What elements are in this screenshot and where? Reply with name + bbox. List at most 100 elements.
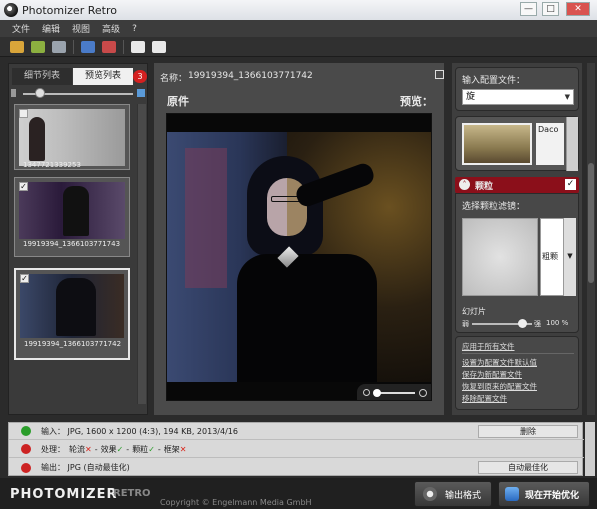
menu-edit[interactable]: 编辑 <box>42 22 60 35</box>
input-config-box: 输入配置文件： 旋 ▼ <box>455 67 579 111</box>
thumbnail-caption: 19919394_1366103771743 <box>23 240 121 248</box>
grain-header[interactable]: ˄ 颗粒 ✓ <box>455 177 579 193</box>
save-new-config-link[interactable]: 保存为新配置文件 <box>462 369 522 380</box>
grain-filter-preview[interactable] <box>462 218 538 296</box>
zoom-control <box>357 384 431 400</box>
thumbnail-item-selected[interactable]: ✓ 19919394_1366103771742 <box>14 268 130 360</box>
close-button[interactable]: ✕ <box>566 2 590 16</box>
process-label: 处理： <box>41 444 65 454</box>
effect-scrollbar[interactable] <box>566 117 578 171</box>
menu-bar: 文件 编辑 视图 高级 ? <box>0 20 597 37</box>
grain-enable-checkbox[interactable]: ✓ <box>565 179 576 190</box>
status-panel: 输入： JPG, 1600 x 1200 (4:3), 194 KB, 2013… <box>8 422 584 476</box>
brand-logo: PHOTOMIZER <box>10 487 118 502</box>
thumbnail-image <box>20 274 124 338</box>
collapse-icon[interactable]: ˄ <box>459 179 470 190</box>
maximize-button[interactable]: □ <box>542 2 559 16</box>
input-config-select[interactable]: 旋 ▼ <box>462 89 574 105</box>
original-label: 原件 <box>167 95 189 108</box>
slider-handle[interactable] <box>35 88 45 98</box>
input-info: 输入： JPG, 1600 x 1200 (4:3), 194 KB, 2013… <box>41 426 238 436</box>
thumbnail-checkbox[interactable]: ✓ <box>19 182 28 191</box>
apply-all-link[interactable]: 应用于所有文件 <box>462 341 515 352</box>
restore-config-link[interactable]: 恢复到原来的配置文件 <box>462 381 537 392</box>
grain-filter-label: 选择颗粒滤镜： <box>462 202 526 212</box>
zoom-in-icon[interactable] <box>419 389 427 397</box>
thumbnail-figure <box>63 186 89 236</box>
minimize-button[interactable]: — <box>520 2 537 16</box>
save-icon[interactable] <box>81 40 95 53</box>
toolbar <box>0 37 597 57</box>
title-bar: Photomizer Retro — □ ✕ <box>0 0 597 20</box>
status-scrollbar[interactable] <box>585 422 595 476</box>
slide-label: 幻灯片 <box>462 307 486 316</box>
app-logo-icon <box>4 3 18 17</box>
status-row-output: 输出： JPG (自动最佳化) 自动最佳化 <box>9 459 584 476</box>
set-default-link[interactable]: 设置为配置文件默认值 <box>462 357 537 368</box>
export-format-button[interactable]: 输出格式 <box>414 481 492 507</box>
remove-config-link[interactable]: 移除配置文件 <box>462 393 507 404</box>
thumbnail-figure <box>29 117 45 161</box>
process-item-effect: 效果 <box>100 444 117 454</box>
external-view-icon[interactable] <box>435 70 444 79</box>
zoom-slider[interactable] <box>375 392 415 394</box>
start-optimize-button[interactable]: 现在开始优化 <box>498 481 590 507</box>
toolbar-divider <box>73 39 74 54</box>
process-icon <box>21 444 31 454</box>
footer-bar: PHOTOMIZER RETRO Copyright © Engelmann M… <box>0 478 597 509</box>
left-panel: 细节列表 预览列表 3 1347721339253 ✓ 19919394_136… <box>8 63 148 415</box>
body-shape <box>237 254 377 382</box>
menu-help[interactable]: ? <box>132 24 137 34</box>
toolbar-divider <box>123 39 124 54</box>
status-row-input: 输入： JPG, 1600 x 1200 (4:3), 194 KB, 2013… <box>9 423 584 440</box>
delete-icon[interactable] <box>102 40 116 53</box>
thumbnail-item[interactable]: ✓ 19919394_1366103771743 <box>14 177 130 257</box>
effect-box: Daco <box>455 116 579 171</box>
right-scroll-thumb[interactable] <box>588 163 594 283</box>
thumbnail-item[interactable]: 1347721339253 <box>14 104 130 170</box>
tab-preview-list[interactable]: 预览列表 <box>73 68 133 85</box>
config-links-box: 应用于所有文件 设置为配置文件默认值 保存为新配置文件 恢复到原来的配置文件 移… <box>455 336 579 410</box>
grain-filter-dropdown[interactable]: ▼ <box>564 218 576 296</box>
start-icon <box>505 487 519 501</box>
chevron-down-icon: ▼ <box>564 93 570 101</box>
background-curtain <box>185 148 227 288</box>
single-view-icon[interactable] <box>131 40 145 53</box>
thumbnail-image <box>19 109 125 166</box>
effect-thumbnail[interactable] <box>462 123 532 165</box>
right-panel-scrollbar[interactable] <box>587 63 595 415</box>
add-files-icon[interactable] <box>31 40 45 53</box>
process-mark-grain: ✓ <box>148 444 155 454</box>
file-count-badge: 3 <box>133 70 147 83</box>
grain-title: 颗粒 <box>475 182 494 192</box>
zoom-out-icon[interactable] <box>363 389 370 396</box>
split-view-icon[interactable] <box>152 40 166 53</box>
output-icon <box>21 462 31 473</box>
slide-weak-label: 弱 <box>462 320 469 328</box>
tab-detail-list[interactable]: 细节列表 <box>12 68 72 85</box>
grain-box: 选择颗粒滤镜： 粗颗 ▼ 幻灯片 弱 强 100 % <box>455 193 579 333</box>
thumbnail-checkbox[interactable]: ✓ <box>20 274 29 283</box>
process-item-frame: 框架 <box>163 444 180 454</box>
remove-files-icon[interactable] <box>52 40 66 53</box>
zoom-large-icon <box>137 89 145 97</box>
preview-label: 预览： <box>400 95 433 108</box>
thumbnail-scrollbar[interactable] <box>137 104 146 404</box>
copyright-text: Copyright © Engelmann Media GmbH <box>160 498 312 507</box>
zoom-handle[interactable] <box>373 389 381 397</box>
open-folder-icon[interactable] <box>10 40 24 53</box>
thumbnail-figure <box>56 278 96 336</box>
grain-strength-handle[interactable] <box>518 319 527 328</box>
menu-advanced[interactable]: 高级 <box>102 22 120 35</box>
preview-image[interactable] <box>166 113 432 401</box>
auto-optimize-button[interactable]: 自动最佳化 <box>478 461 578 474</box>
start-optimize-label: 现在开始优化 <box>525 490 580 501</box>
links-divider <box>462 353 574 354</box>
menu-file[interactable]: 文件 <box>12 22 30 35</box>
gear-icon <box>423 487 437 501</box>
slide-value: 100 % <box>546 319 569 327</box>
menu-view[interactable]: 视图 <box>72 22 90 35</box>
thumbnail-checkbox[interactable] <box>19 109 28 118</box>
export-format-label: 输出格式 <box>445 490 482 501</box>
delete-button[interactable]: 删除 <box>478 425 578 438</box>
